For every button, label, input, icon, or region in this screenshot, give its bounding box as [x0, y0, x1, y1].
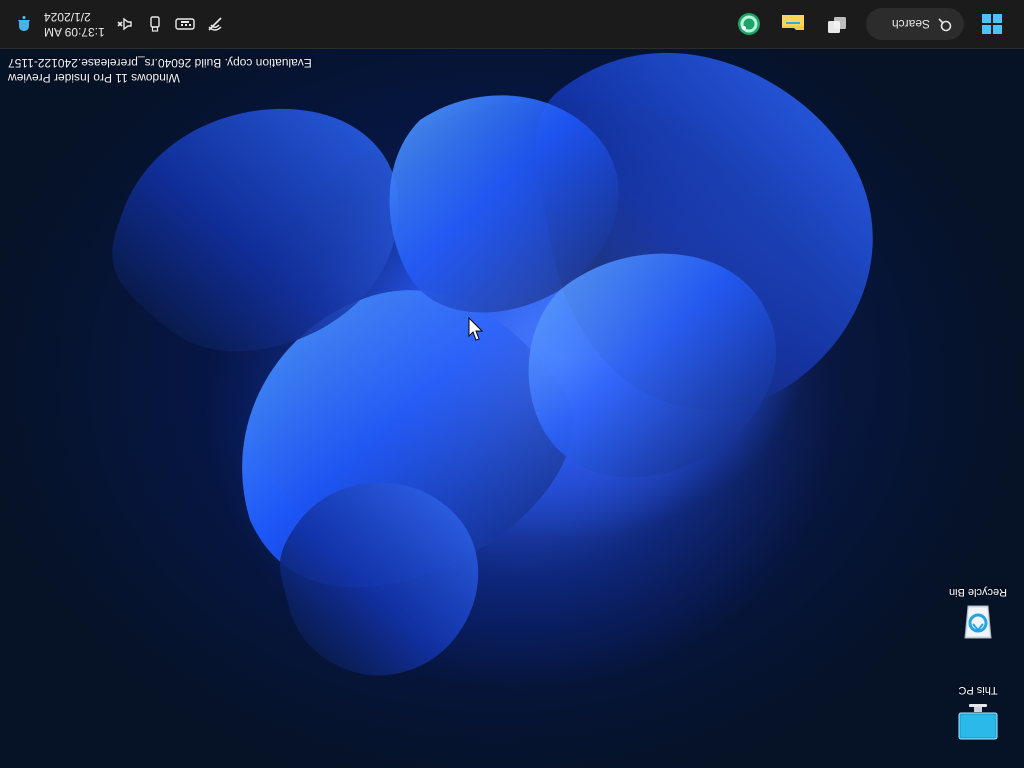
- taskbar-clock[interactable]: 1:37:09 AM 2/1/2024: [44, 9, 105, 39]
- clock-date: 2/1/2024: [44, 10, 91, 24]
- network-off-icon: [208, 17, 222, 31]
- pinned-app-button[interactable]: [734, 9, 764, 39]
- start-button[interactable]: [978, 10, 1006, 38]
- notifications-button[interactable]: [14, 14, 34, 34]
- task-view-icon: [828, 17, 846, 33]
- tray-volume[interactable]: [115, 14, 135, 34]
- watermark-line2: Evaluation copy. Build 26040.rs_prerelea…: [8, 56, 312, 70]
- keyboard-icon: [175, 18, 195, 30]
- taskbar-search[interactable]: Search: [866, 8, 964, 40]
- taskbar-left-group: Search: [734, 0, 1006, 48]
- speaker-muted-icon: [117, 17, 132, 31]
- recycle-bin-icon: [955, 602, 1001, 648]
- app-icon-green-ring: [738, 13, 760, 35]
- search-icon: [938, 16, 952, 33]
- search-label: Search: [891, 17, 930, 31]
- tray-keyboard[interactable]: [175, 14, 195, 34]
- windows-logo-icon: [982, 14, 1002, 34]
- tray-network[interactable]: [205, 14, 225, 34]
- tray-usb[interactable]: [145, 14, 165, 34]
- evaluation-watermark: Windows 11 Pro Insider Preview Evaluatio…: [8, 55, 312, 85]
- desktop-icon-label: Recycle Bin: [948, 586, 1008, 598]
- rotated-screen-layer: Windows 11 Pro Insider Preview Evaluatio…: [0, 0, 1024, 768]
- watermark-line1: Windows 11 Pro Insider Preview: [8, 71, 180, 85]
- bell-icon: [18, 16, 30, 31]
- system-tray: 1:37:09 AM 2/1/2024: [0, 0, 225, 48]
- desktop-icon-this-pc[interactable]: This PC: [948, 684, 1008, 746]
- usb-device-icon: [150, 16, 160, 32]
- file-explorer-icon: [782, 15, 804, 30]
- taskbar: Search 1:37:09 AM 2/1/2024: [0, 0, 1024, 49]
- tray-icons: [115, 14, 225, 34]
- file-explorer-button[interactable]: [778, 9, 808, 39]
- monitor-icon: [955, 700, 1001, 746]
- clock-time: 1:37:09 AM: [44, 25, 105, 39]
- desktop-icon-label: This PC: [958, 684, 998, 696]
- mouse-cursor-icon: [468, 316, 486, 341]
- task-view-button[interactable]: [822, 9, 852, 39]
- desktop-icon-recycle-bin[interactable]: Recycle Bin: [948, 586, 1008, 648]
